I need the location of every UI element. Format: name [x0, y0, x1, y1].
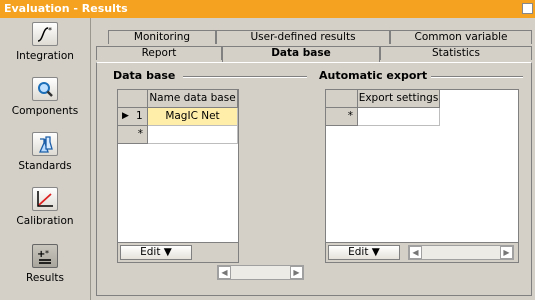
new-row-cell[interactable] [358, 108, 440, 126]
window-restore-button[interactable] [522, 3, 533, 14]
column-header-name-data-base[interactable]: Name data base [148, 90, 238, 108]
calibration-curve-icon [32, 187, 58, 211]
grid-footer: Edit ▼ [118, 242, 238, 262]
data-base-group: Data base Name data base ▶ 1 MagIC Net *… [113, 69, 309, 295]
horizontal-scrollbar[interactable]: ◀ ▶ [408, 245, 514, 260]
tab-statistics[interactable]: Statistics [380, 46, 532, 60]
standards-icon [32, 132, 58, 156]
tab-common-variable[interactable]: Common variable [390, 30, 532, 44]
horizontal-scrollbar[interactable]: ◀ ▶ [217, 265, 304, 280]
integration-icon: * [32, 22, 58, 46]
row-header[interactable]: ▶ 1 [118, 108, 148, 126]
new-row-cell[interactable] [148, 126, 238, 144]
tab-row-1: Monitoring User-defined results Common v… [108, 30, 532, 44]
edit-dropdown-button[interactable]: Edit ▼ [328, 245, 400, 260]
column-header-export-settings[interactable]: Export settings [358, 90, 440, 108]
data-base-panel: Data base Name data base ▶ 1 MagIC Net *… [96, 62, 532, 296]
results-main: Monitoring User-defined results Common v… [96, 30, 532, 296]
scroll-right-button[interactable]: ▶ [290, 266, 303, 279]
scroll-right-button[interactable]: ▶ [500, 246, 513, 259]
tab-data-base[interactable]: Data base [222, 46, 380, 62]
group-divider [431, 76, 523, 78]
edit-dropdown-button[interactable]: Edit ▼ [120, 245, 192, 260]
sidebar: * Integration Components Standards Calib… [0, 18, 91, 300]
tab-report[interactable]: Report [96, 46, 222, 60]
grid-corner [118, 90, 148, 108]
sidebar-item-results[interactable]: + * Results [0, 240, 90, 295]
window-title-bar: Evaluation - Results [0, 0, 535, 18]
new-row-header[interactable]: * [326, 108, 358, 126]
sidebar-item-calibration[interactable]: Calibration [0, 183, 90, 238]
magnifier-icon [32, 77, 58, 101]
automatic-export-group: Automatic export Export settings * Edit … [319, 69, 525, 295]
svg-text:*: * [48, 26, 52, 35]
sidebar-item-label: Integration [16, 50, 74, 62]
automatic-export-grid[interactable]: Export settings * Edit ▼ ◀ ▶ [325, 89, 519, 263]
grid-corner [326, 90, 358, 108]
tab-monitoring[interactable]: Monitoring [108, 30, 216, 44]
sidebar-item-label: Results [26, 272, 64, 284]
svg-text:*: * [45, 249, 49, 258]
scroll-left-button[interactable]: ◀ [409, 246, 422, 259]
data-base-grid[interactable]: Name data base ▶ 1 MagIC Net * Edit ▼ [117, 89, 239, 263]
sidebar-item-label: Components [11, 105, 79, 117]
sidebar-item-label: Calibration [16, 215, 74, 227]
data-base-group-title: Data base [113, 69, 176, 82]
sidebar-item-label: Standards [18, 160, 72, 172]
results-icon: + * [32, 244, 58, 268]
cell-name-data-base[interactable]: MagIC Net [148, 108, 238, 126]
scroll-left-button[interactable]: ◀ [218, 266, 231, 279]
grid-footer: Edit ▼ ◀ ▶ [326, 242, 518, 262]
new-row-header[interactable]: * [118, 126, 148, 144]
group-divider [183, 76, 307, 78]
tab-row-2: Report Data base Statistics [96, 46, 532, 62]
current-row-marker: ▶ [122, 111, 129, 121]
sidebar-item-components[interactable]: Components [0, 73, 90, 128]
automatic-export-group-title: Automatic export [319, 69, 428, 82]
window-title: Evaluation - Results [4, 2, 128, 15]
tab-user-defined-results[interactable]: User-defined results [216, 30, 390, 44]
sidebar-item-standards[interactable]: Standards [0, 128, 90, 183]
row-index: 1 [136, 110, 143, 122]
sidebar-item-integration[interactable]: * Integration [0, 18, 90, 73]
